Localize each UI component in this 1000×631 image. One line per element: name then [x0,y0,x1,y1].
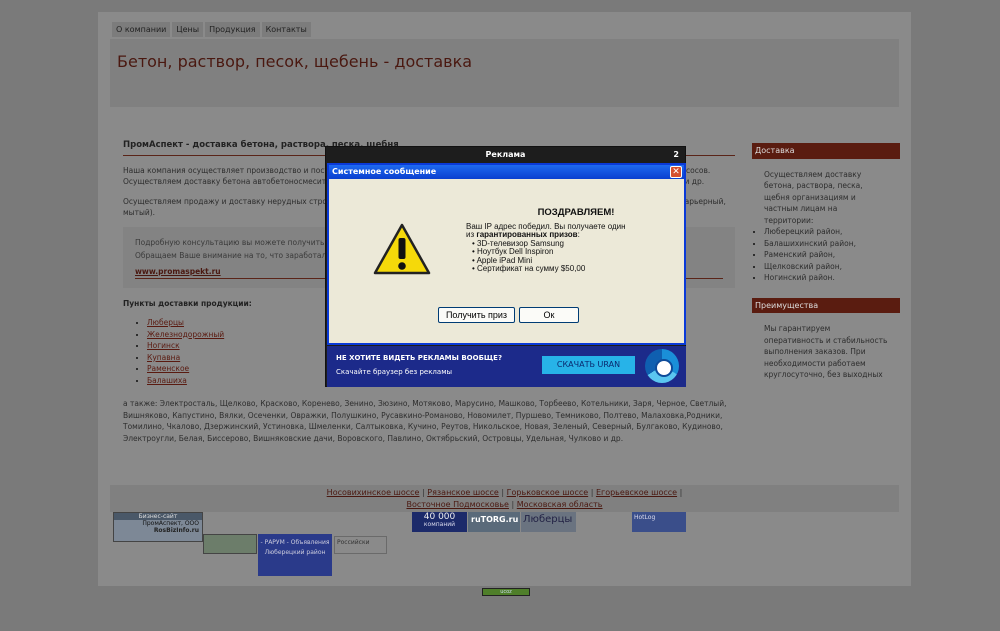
russian-badge-text: Российски [337,539,370,546]
biz-site: RosBizInfo.ru [153,527,199,534]
point-link[interactable]: Железнодорожный [147,330,224,339]
companies-label: компаний [423,521,456,528]
list-item: • Сертификат на сумму $50,00 [472,264,586,273]
delivery-box-text: Осуществляем доставку бетона, раствора, … [764,169,863,225]
rarum-text: - РАРУМ - Объявления Люберецкий район [260,539,330,556]
footer-links: Носовихинское шоссе | Рязанское шоссе | … [110,485,899,512]
hotlog-label: HotLog [634,514,656,521]
companies-count: 40 000 [423,512,456,522]
system-message-window: Системное сообщение ✕ ПОЗДРАВЛЯЕМ! Ваш I… [327,163,686,345]
liveinternet-badge[interactable] [203,534,257,554]
advantages-box-text: Мы гарантируем оперативность и стабильно… [764,324,888,379]
ok-button[interactable]: Ок [519,307,579,323]
nav-about[interactable]: О компании [112,22,171,37]
footer-link[interactable]: Восточное Подмосковье [406,500,509,509]
top-nav: О компании Цены Продукция Контакты [112,22,311,37]
point-link[interactable]: Купавна [147,353,180,362]
browser-promo: НЕ ХОТИТЕ ВИДЕТЬ РЕКЛАМЫ ВООБЩЕ? Скачайт… [327,346,686,387]
nav-prices[interactable]: Цены [172,22,204,37]
prize-list: • 3D-телевизор Samsung • Ноутбук Dell In… [466,239,666,274]
ad-title: Реклама [485,150,526,159]
delivery-box-body: Осуществляем доставку бетона, раствора, … [752,159,900,294]
ucoz-badge[interactable]: ucoz [482,588,530,596]
rutorg-counter[interactable]: ruTORG.ru [468,512,520,532]
list-item: Ногинский район. [764,272,888,284]
point-link[interactable]: Люберцы [147,318,184,327]
warning-icon [373,223,431,277]
footer-sep: | [679,488,683,497]
hotlog-counter[interactable]: HotLog [632,512,686,532]
list-item: Щелковский район, [764,261,888,273]
footer-sep: | [501,488,505,497]
delivery-box-title: Доставка [752,143,900,159]
point-link[interactable]: Ногинск [147,341,180,350]
footer-sep: | [590,488,594,497]
message-body: ПОЗДРАВЛЯЕМ! Ваш IP адрес победил. Вы по… [466,207,666,274]
point-link[interactable]: Балашиха [147,376,187,385]
point-link[interactable]: Раменское [147,364,189,373]
lubertsy-counter[interactable]: Люберцы [521,512,576,532]
footer-link[interactable]: Рязанское шоссе [427,488,499,497]
also-towns-text: а также: Электросталь, Щелково, Красково… [123,399,727,443]
footer-sep: | [511,500,515,509]
list-item: Раменский район, [764,249,888,261]
list-item: Люберецкий район, [764,226,888,238]
russian-badge[interactable]: Российски [334,536,387,554]
uran-logo-icon [645,349,679,383]
ad-counter-close[interactable]: 2 [673,147,679,162]
window-title: Системное сообщение [332,167,437,176]
promo-subtext: Скачайте браузер без рекламы [336,368,452,376]
line2-pre: из [466,230,477,239]
advantages-box-title: Преимущества [752,297,900,313]
nav-products[interactable]: Продукция [205,22,260,37]
footer-link[interactable]: Носовихинское шоссе [327,488,420,497]
footer-sep: | [422,488,425,497]
sidebar: Доставка Осуществляем доставку бетона, р… [752,143,900,391]
companies-counter[interactable]: 40 000 компаний [412,512,467,532]
biz-label: Бизнес-сайт [114,513,202,520]
promo-heading: НЕ ХОТИТЕ ВИДЕТЬ РЕКЛАМЫ ВООБЩЕ? [336,354,503,362]
window-title-bar: Системное сообщение ✕ [329,165,684,179]
footer-link[interactable]: Егорьевское шоссе [596,488,677,497]
counters-area: Бизнес-сайт ПромАспект, ООО RosBizInfo.r… [110,512,899,577]
rosbizinfo-badge[interactable]: Бизнес-сайт ПромАспект, ООО RosBizInfo.r… [113,512,203,542]
line2-post: : [577,230,580,239]
site-header: Бетон, раствор, песок, щебень - доставка [110,39,899,107]
ad-popup: Реклама 2 Системное сообщение ✕ ПОЗДРАВЛ… [325,146,686,387]
rutorg-label: ruTORG.ru [471,515,519,524]
line2-bold: гарантированных призов [476,230,578,239]
lubertsy-label: Люберцы [523,514,573,525]
advantages-box-body: Мы гарантируем оперативность и стабильно… [752,313,900,391]
delivery-regions-list: Люберецкий район, Балашихинский район, Р… [764,226,888,284]
list-item: Балашихинский район, [764,238,888,250]
congrats-heading: ПОЗДРАВЛЯЕМ! [537,207,615,218]
biz-company: ПромАспект, ООО [142,520,199,527]
site-title: Бетон, раствор, песок, щебень - доставка [117,52,473,71]
download-uran-button[interactable]: СКАЧАТЬ URAN [542,356,635,374]
ad-title-bar: Реклама 2 [326,147,685,162]
footer-link[interactable]: Московская область [517,500,603,509]
nav-contacts[interactable]: Контакты [261,22,311,37]
rarum-badge[interactable]: - РАРУМ - Объявления Люберецкий район [258,534,332,576]
footer-link[interactable]: Горьковское шоссе [507,488,589,497]
get-prize-button[interactable]: Получить приз [438,307,515,323]
close-icon[interactable]: ✕ [670,166,682,178]
